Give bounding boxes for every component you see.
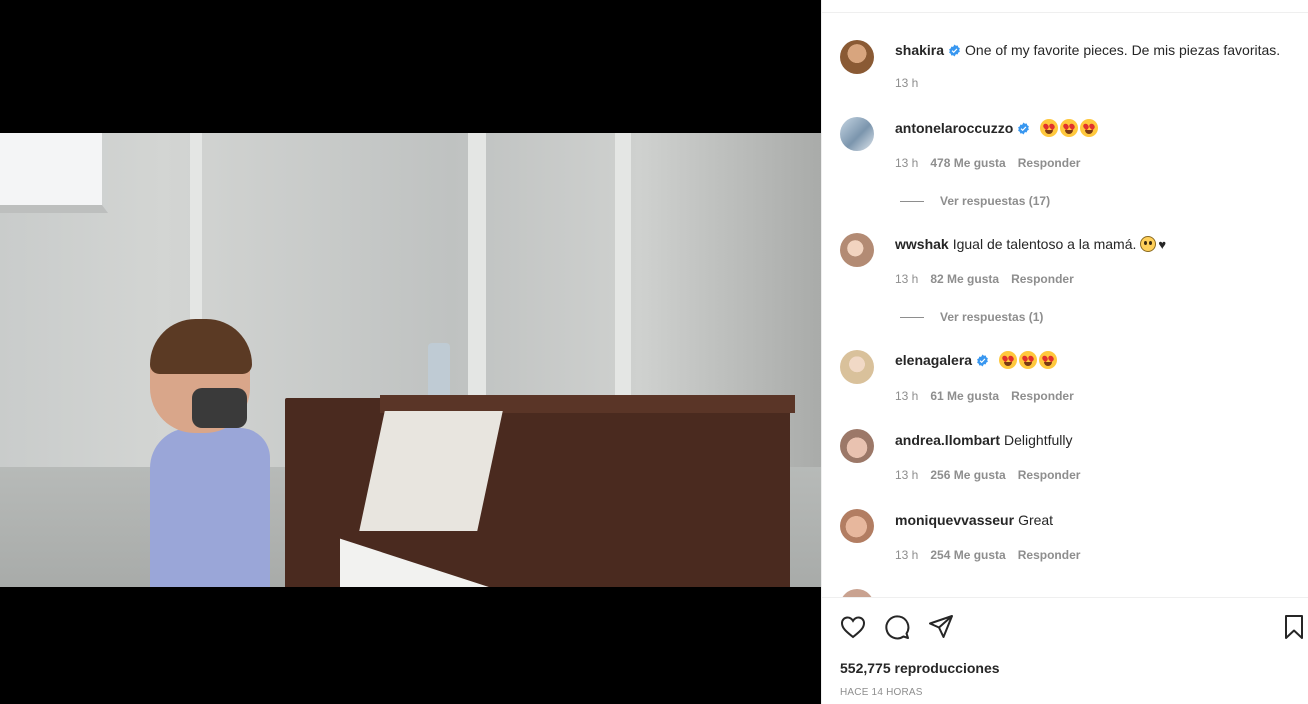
- actions-divider: [822, 597, 1308, 598]
- comment-likes[interactable]: 61 Me gusta: [930, 389, 999, 403]
- replies-dash: [900, 317, 924, 319]
- view-replies-button[interactable]: Ver respuestas (17): [900, 193, 1050, 209]
- comment-text: Delightfully: [1004, 432, 1073, 448]
- heart-eyes-emoji: [1018, 351, 1037, 369]
- post-side-panel: shakira One of my favorite pieces. De mis…: [821, 0, 1308, 704]
- video-boy-shirt-scene: [150, 428, 270, 587]
- avatar[interactable]: [840, 233, 874, 267]
- replies-dash: [900, 201, 924, 203]
- comment-meta: 13 h 256 Me gusta Responder: [895, 467, 1092, 483]
- comment-line: elenagalera: [895, 351, 1057, 371]
- comment-likes[interactable]: 478 Me gusta: [930, 156, 1005, 170]
- caption-line: shakira One of my favorite pieces. De mis…: [895, 41, 1280, 61]
- comment-line: wwshak Igual de talentoso a la mamá. ♥: [895, 235, 1166, 254]
- avatar[interactable]: [840, 429, 874, 463]
- comment-line: antonelaroccuzzo: [895, 119, 1099, 139]
- reply-button[interactable]: Responder: [1011, 389, 1074, 403]
- video-boy-mask-scene: [192, 388, 247, 428]
- comment-bubble-icon[interactable]: [883, 613, 911, 641]
- heart-eyes-emoji: [1060, 119, 1079, 137]
- reply-button[interactable]: Responder: [1018, 156, 1081, 170]
- comment-line: andrea.llombart Delightfully: [895, 431, 1073, 449]
- video-player[interactable]: [0, 133, 821, 587]
- comment-username[interactable]: antonelaroccuzzo: [895, 120, 1013, 136]
- views-count: 552,775: [840, 660, 891, 676]
- sad-face-emoji: [1140, 236, 1157, 252]
- comments-list[interactable]: shakira One of my favorite pieces. De mis…: [822, 13, 1308, 597]
- avatar[interactable]: [840, 509, 874, 543]
- caption-username[interactable]: shakira: [895, 42, 944, 58]
- avatar[interactable]: [840, 40, 874, 74]
- comment-time[interactable]: 13 h: [895, 272, 918, 286]
- comment-username[interactable]: elenagalera: [895, 352, 972, 368]
- view-replies-label: Ver respuestas (1): [940, 310, 1044, 324]
- verified-badge-icon: [976, 353, 989, 371]
- comment-username[interactable]: wwshak: [895, 236, 949, 252]
- comment-time[interactable]: 13 h: [895, 156, 918, 170]
- comment-likes[interactable]: 256 Me gusta: [930, 468, 1005, 482]
- view-replies-label: Ver respuestas (17): [940, 194, 1051, 208]
- video-window-scene: [0, 133, 108, 213]
- heart-eyes-emoji: [998, 351, 1017, 369]
- heart-eyes-emoji: [1038, 351, 1057, 369]
- verified-badge-icon: [1017, 121, 1030, 139]
- comment-time[interactable]: 13 h: [895, 468, 918, 482]
- views-label: reproducciones: [894, 660, 1000, 676]
- instagram-post-page: shakira One of my favorite pieces. De mis…: [0, 0, 1308, 704]
- avatar[interactable]: [840, 350, 874, 384]
- comment-meta: 13 h 254 Me gusta Responder: [895, 547, 1092, 563]
- reply-button[interactable]: Responder: [1011, 272, 1074, 286]
- video-boy-hair-scene: [150, 319, 252, 374]
- black-heart-emoji: ♥: [1158, 237, 1167, 252]
- heart-eyes-emoji: [1040, 119, 1059, 137]
- bookmark-icon[interactable]: [1280, 613, 1308, 641]
- comment-meta: 13 h 478 Me gusta Responder: [895, 155, 1092, 171]
- reply-button[interactable]: Responder: [1018, 548, 1081, 562]
- comment-username[interactable]: andrea.llombart: [895, 432, 1000, 448]
- comment-time[interactable]: 13 h: [895, 389, 918, 403]
- paper-plane-icon[interactable]: [927, 613, 955, 641]
- comment-text: Great: [1018, 512, 1054, 528]
- avatar[interactable]: [840, 117, 874, 151]
- post-timestamp[interactable]: HACE 14 HORAS: [840, 687, 923, 698]
- avatar[interactable]: [840, 589, 874, 597]
- comment-likes[interactable]: 254 Me gusta: [930, 548, 1005, 562]
- caption-time[interactable]: 13 h: [895, 76, 918, 90]
- post-media: [0, 0, 821, 704]
- comment-username[interactable]: moniquevvasseur: [895, 512, 1014, 528]
- view-replies-button[interactable]: Ver respuestas (1): [900, 309, 1043, 325]
- caption-text: One of my favorite pieces. De mis piezas…: [965, 42, 1281, 58]
- comment-meta: 13 h 61 Me gusta Responder: [895, 388, 1086, 404]
- heart-outline-icon[interactable]: [839, 613, 867, 641]
- heart-eyes-emoji: [1080, 119, 1099, 137]
- comment-time[interactable]: 13 h: [895, 548, 918, 562]
- caption-meta: 13 h: [895, 75, 930, 91]
- comment-text: Igual de talentoso a la mamá.: [952, 236, 1137, 252]
- comment-line: moniquevvasseur Great: [895, 511, 1053, 529]
- verified-badge-icon: [948, 43, 961, 61]
- comment-likes[interactable]: 82 Me gusta: [930, 272, 999, 286]
- views-count-line[interactable]: 552,775 reproducciones: [840, 660, 1000, 676]
- comment-meta: 13 h 82 Me gusta Responder: [895, 271, 1086, 287]
- reply-button[interactable]: Responder: [1018, 468, 1081, 482]
